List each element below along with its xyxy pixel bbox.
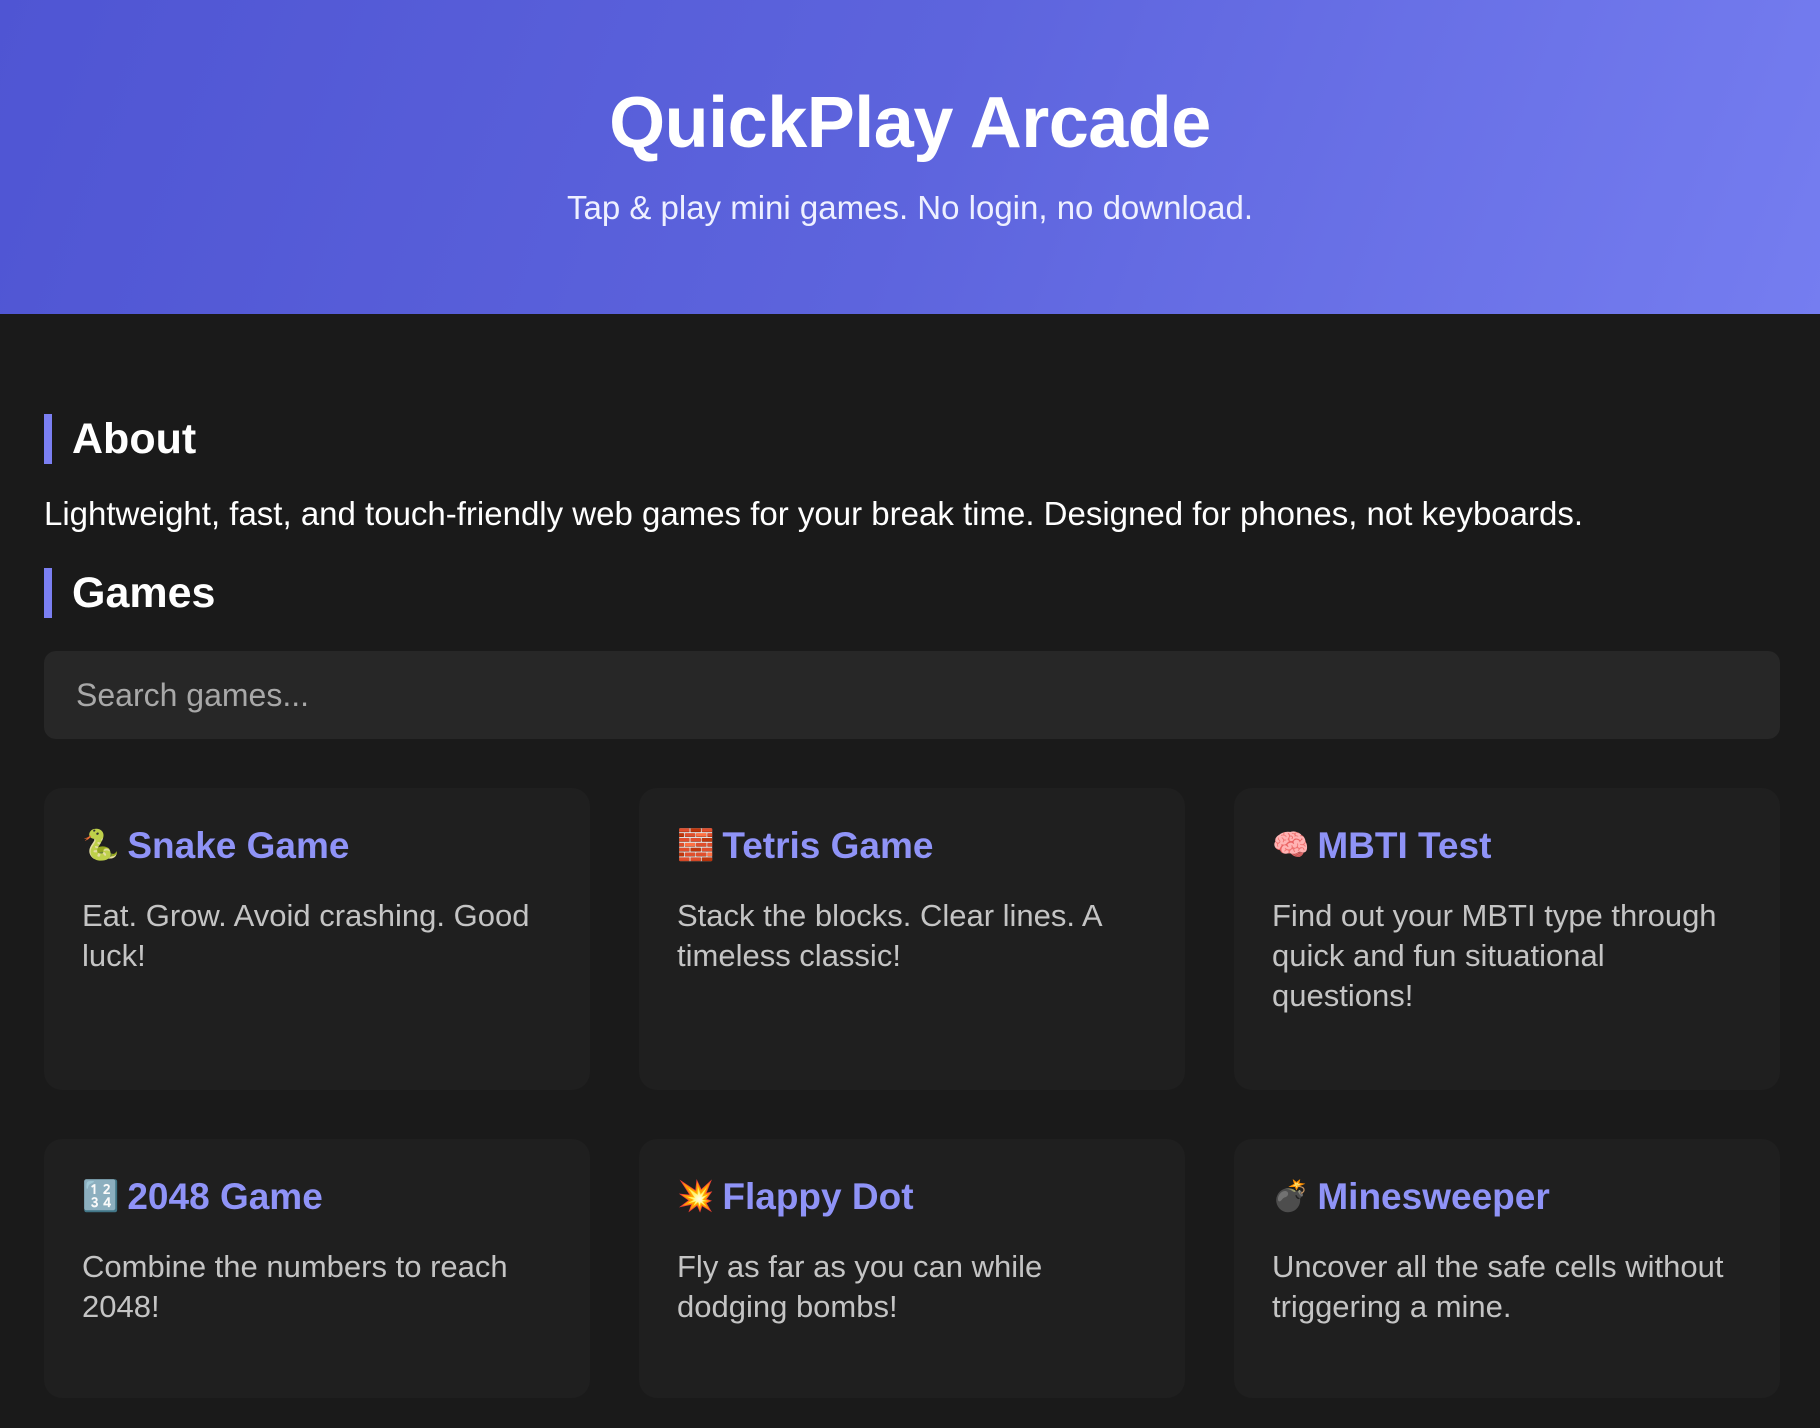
game-title[interactable]: Tetris Game bbox=[722, 824, 933, 868]
brick-icon: 🧱 bbox=[677, 828, 715, 863]
site-subtitle: Tap & play mini games. No login, no down… bbox=[566, 189, 1254, 226]
numbers-icon: 🔢 bbox=[82, 1179, 120, 1214]
game-title[interactable]: Snake Game bbox=[127, 824, 349, 868]
site-title: QuickPlay Arcade bbox=[609, 83, 1211, 163]
game-card-mbti[interactable]: 🧠 MBTI Test Find out your MBTI type thro… bbox=[1234, 788, 1780, 1090]
explosion-icon: 💥 bbox=[677, 1179, 715, 1214]
game-card-2048[interactable]: 🔢 2048 Game Combine the numbers to reach… bbox=[44, 1139, 590, 1398]
game-title[interactable]: Flappy Dot bbox=[722, 1175, 913, 1219]
game-description: Uncover all the safe cells without trigg… bbox=[1272, 1249, 1724, 1324]
game-title[interactable]: MBTI Test bbox=[1317, 824, 1491, 868]
game-card-flappy-dot[interactable]: 💥 Flappy Dot Fly as far as you can while… bbox=[639, 1139, 1185, 1398]
game-description: Eat. Grow. Avoid crashing. Good luck! bbox=[82, 898, 530, 973]
game-card-title[interactable]: 💥 Flappy Dot bbox=[677, 1175, 1147, 1219]
bomb-icon: 💣 bbox=[1272, 1179, 1310, 1214]
search-input[interactable] bbox=[44, 651, 1780, 739]
game-description: Find out your MBTI type through quick an… bbox=[1272, 898, 1717, 1013]
game-card-title[interactable]: 🐍 Snake Game bbox=[82, 824, 552, 868]
about-text: Lightweight, fast, and touch-friendly we… bbox=[44, 495, 1584, 532]
game-description: Fly as far as you can while dodging bomb… bbox=[677, 1249, 1043, 1324]
game-card-tetris[interactable]: 🧱 Tetris Game Stack the blocks. Clear li… bbox=[639, 788, 1185, 1090]
brain-icon: 🧠 bbox=[1272, 828, 1310, 863]
game-card-title[interactable]: 🔢 2048 Game bbox=[82, 1175, 552, 1219]
game-title[interactable]: Minesweeper bbox=[1317, 1175, 1549, 1219]
game-card-title[interactable]: 🧠 MBTI Test bbox=[1272, 824, 1742, 868]
games-heading: Games bbox=[44, 568, 1776, 618]
main-content: About Lightweight, fast, and touch-frien… bbox=[0, 414, 1820, 1398]
snake-icon: 🐍 bbox=[82, 828, 120, 863]
games-grid: 🐍 Snake Game Eat. Grow. Avoid crashing. … bbox=[44, 788, 1780, 1398]
hero-header: QuickPlay Arcade Tap & play mini games. … bbox=[0, 0, 1820, 314]
game-title[interactable]: 2048 Game bbox=[127, 1175, 322, 1219]
game-description: Stack the blocks. Clear lines. A timeles… bbox=[677, 898, 1101, 973]
about-heading: About bbox=[44, 414, 1776, 464]
game-card-snake[interactable]: 🐍 Snake Game Eat. Grow. Avoid crashing. … bbox=[44, 788, 590, 1090]
game-card-minesweeper[interactable]: 💣 Minesweeper Uncover all the safe cells… bbox=[1234, 1139, 1780, 1398]
game-description: Combine the numbers to reach 2048! bbox=[82, 1249, 508, 1324]
game-card-title[interactable]: 💣 Minesweeper bbox=[1272, 1175, 1742, 1219]
game-card-title[interactable]: 🧱 Tetris Game bbox=[677, 824, 1147, 868]
